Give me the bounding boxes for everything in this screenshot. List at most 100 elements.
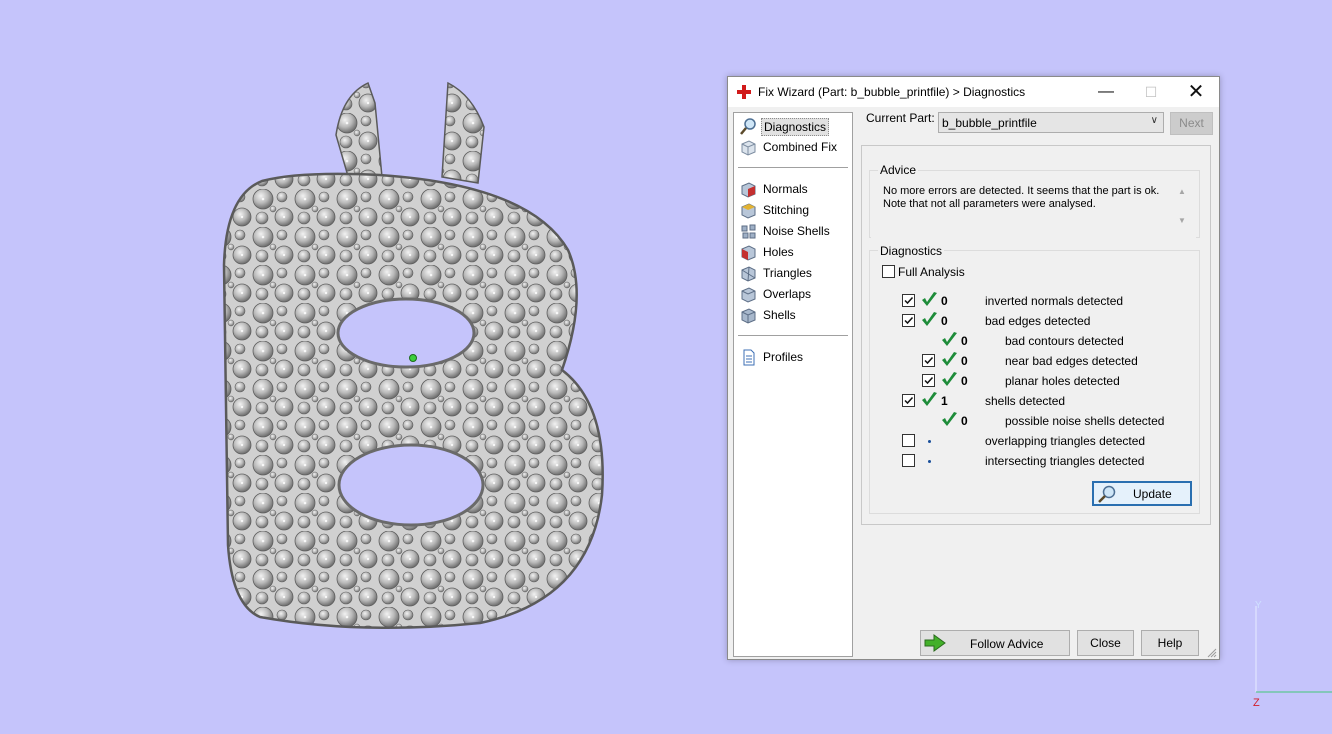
shells-label: shells detected bbox=[985, 394, 1066, 408]
nav-item-noise-shells[interactable]: Noise Shells bbox=[738, 222, 848, 241]
nav-label: Overlaps bbox=[763, 287, 812, 301]
scroll-up-icon[interactable]: ▲ bbox=[1178, 187, 1186, 196]
overlapping-triangles-label: overlapping triangles detected bbox=[985, 434, 1146, 448]
near-bad-edges-label: near bad edges detected bbox=[1005, 354, 1138, 368]
minimize-button[interactable]: — bbox=[1083, 77, 1129, 107]
noise-shells-count: 0 bbox=[961, 414, 968, 428]
magnifier-icon bbox=[740, 118, 757, 135]
planar-holes-label: planar holes detected bbox=[1005, 374, 1120, 388]
nav-item-overlaps[interactable]: Overlaps bbox=[738, 285, 848, 304]
nav-label: Profiles bbox=[763, 350, 804, 364]
holes-cube-icon bbox=[740, 244, 757, 261]
cube-icon bbox=[740, 139, 757, 156]
window-title: Fix Wizard (Part: b_bubble_printfile) > … bbox=[758, 85, 1026, 99]
planar-holes-checkbox[interactable] bbox=[922, 374, 935, 387]
advice-line-1: No more errors are detected. It seems th… bbox=[883, 185, 1160, 197]
nav-label: Triangles bbox=[763, 266, 812, 280]
nav-item-diagnostics[interactable]: Diagnostics bbox=[738, 117, 848, 136]
document-icon bbox=[740, 349, 757, 366]
stitching-cube-icon bbox=[740, 202, 757, 219]
near-bad-edges-count: 0 bbox=[961, 354, 968, 368]
nav-item-combined-fix[interactable]: Combined Fix bbox=[738, 138, 848, 157]
nav-label: Shells bbox=[763, 308, 796, 322]
intersecting-triangles-label: intersecting triangles detected bbox=[985, 454, 1145, 468]
pending-status-icon bbox=[928, 460, 931, 463]
inverted-normals-label: inverted normals detected bbox=[985, 294, 1124, 308]
axis-indicator bbox=[1248, 598, 1332, 710]
red-cross-icon bbox=[737, 85, 751, 99]
full-analysis-checkbox[interactable] bbox=[882, 265, 895, 278]
nav-label: Holes bbox=[763, 245, 794, 259]
letter-b-model[interactable] bbox=[210, 75, 620, 635]
follow-advice-button[interactable]: Follow Advice bbox=[920, 630, 1070, 656]
help-label: Help bbox=[1157, 636, 1183, 650]
resize-grip-icon[interactable] bbox=[1207, 647, 1217, 658]
near-bad-edges-checkbox[interactable] bbox=[922, 354, 935, 367]
magnifier-icon bbox=[1097, 485, 1117, 506]
scroll-down-icon[interactable]: ▼ bbox=[1178, 216, 1186, 225]
title-bar[interactable]: Fix Wizard (Part: b_bubble_printfile) > … bbox=[728, 77, 1219, 107]
bad-contours-label: bad contours detected bbox=[1005, 334, 1124, 348]
help-button[interactable]: Help bbox=[1141, 630, 1199, 656]
inverted-normals-count: 0 bbox=[941, 294, 948, 308]
nav-label: Noise Shells bbox=[763, 224, 830, 238]
update-button[interactable]: Update bbox=[1092, 481, 1192, 506]
shells-count: 1 bbox=[941, 394, 948, 408]
nav-separator bbox=[738, 167, 848, 168]
nav-item-profiles[interactable]: Profiles bbox=[738, 348, 848, 367]
arrow-right-icon bbox=[924, 634, 946, 655]
fix-wizard-nav: Diagnostics Combined Fix Normals Stitchi… bbox=[733, 112, 853, 657]
nav-item-triangles[interactable]: Triangles bbox=[738, 264, 848, 283]
nav-item-stitching[interactable]: Stitching bbox=[738, 201, 848, 220]
check-mark-icon bbox=[941, 351, 958, 368]
noise-shells-label: possible noise shells detected bbox=[1005, 414, 1165, 428]
check-mark-icon bbox=[941, 411, 958, 428]
minimize-icon: — bbox=[1098, 83, 1114, 100]
follow-advice-label: Follow Advice bbox=[970, 637, 1044, 651]
check-mark-icon bbox=[941, 331, 958, 348]
shells-checkbox[interactable] bbox=[902, 394, 915, 407]
maximize-button[interactable]: ☐ bbox=[1128, 77, 1174, 107]
axis-y-label: Y bbox=[1255, 600, 1262, 611]
inverted-normals-checkbox[interactable] bbox=[902, 294, 915, 307]
nav-label: Stitching bbox=[763, 203, 810, 217]
nav-item-shells[interactable]: Shells bbox=[738, 306, 848, 325]
bad-contours-count: 0 bbox=[961, 334, 968, 348]
close-button[interactable]: Close bbox=[1077, 630, 1134, 656]
advice-title: Advice bbox=[878, 163, 919, 177]
check-mark-icon bbox=[921, 311, 938, 328]
advice-text: No more errors are detected. It seems th… bbox=[871, 180, 1196, 240]
bad-edges-checkbox[interactable] bbox=[902, 314, 915, 327]
nav-item-holes[interactable]: Holes bbox=[738, 243, 848, 262]
check-mark-icon bbox=[921, 291, 938, 308]
nav-label: Combined Fix bbox=[763, 140, 838, 154]
check-mark-icon bbox=[921, 391, 938, 408]
triangles-cube-icon bbox=[740, 265, 757, 282]
next-button[interactable]: Next bbox=[1170, 112, 1213, 135]
close-label: Close bbox=[1090, 636, 1121, 650]
chevron-down-icon: ∨ bbox=[1150, 115, 1158, 126]
nav-separator bbox=[738, 335, 848, 336]
maximize-icon: ☐ bbox=[1144, 84, 1158, 100]
next-label: Next bbox=[1179, 116, 1204, 130]
close-window-button[interactable]: ✕ bbox=[1173, 77, 1219, 107]
noise-shells-icon bbox=[740, 223, 757, 240]
planar-holes-count: 0 bbox=[961, 374, 968, 388]
check-mark-icon bbox=[941, 371, 958, 388]
axis-z-label: Z bbox=[1253, 697, 1260, 709]
pending-status-icon bbox=[928, 440, 931, 443]
fix-wizard-dialog: Fix Wizard (Part: b_bubble_printfile) > … bbox=[727, 76, 1220, 660]
bad-edges-count: 0 bbox=[941, 314, 948, 328]
current-part-select[interactable]: b_bubble_printfile ∨ bbox=[938, 112, 1164, 133]
intersecting-triangles-checkbox[interactable] bbox=[902, 454, 915, 467]
overlapping-triangles-checkbox[interactable] bbox=[902, 434, 915, 447]
nav-label: Normals bbox=[763, 182, 808, 196]
close-icon: ✕ bbox=[1187, 81, 1205, 103]
advice-line-2: Note that not all parameters were analys… bbox=[883, 198, 1096, 210]
current-part-value: b_bubble_printfile bbox=[942, 116, 1037, 130]
bad-edges-label: bad edges detected bbox=[985, 314, 1091, 328]
normals-cube-icon bbox=[740, 181, 757, 198]
current-part-label: Current Part: bbox=[866, 111, 935, 125]
nav-item-normals[interactable]: Normals bbox=[738, 180, 848, 199]
full-analysis-label: Full Analysis bbox=[898, 265, 965, 279]
